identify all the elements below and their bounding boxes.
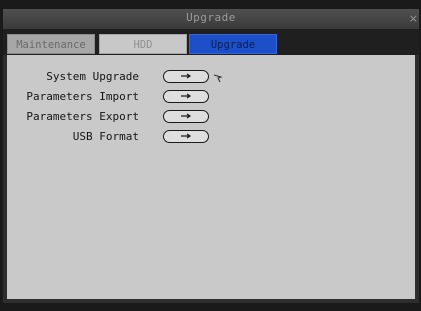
system-upgrade-label: System Upgrade [46, 70, 139, 83]
system-upgrade-button[interactable] [163, 70, 209, 83]
mouse-cursor-icon [213, 69, 223, 83]
parameters-import-button[interactable] [163, 90, 209, 103]
tab-strip: Maintenance HDD Upgrade [3, 29, 419, 55]
row-parameters-export: Parameters Export [7, 108, 415, 128]
enter-icon [181, 73, 192, 79]
enter-icon [181, 93, 192, 99]
usb-format-button[interactable] [163, 130, 209, 143]
upgrade-window: Upgrade × Maintenance HDD Upgrade System… [3, 9, 419, 303]
upgrade-panel: System Upgrade Parameters Import Paramet… [7, 55, 415, 299]
enter-icon [181, 113, 192, 119]
row-system-upgrade: System Upgrade [7, 68, 415, 88]
parameters-export-label: Parameters Export [26, 110, 139, 123]
enter-icon [181, 133, 192, 139]
parameters-import-label: Parameters Import [26, 90, 139, 103]
usb-format-label: USB Format [72, 130, 139, 143]
title-bar: Upgrade × [3, 9, 419, 29]
close-icon[interactable]: × [409, 12, 418, 25]
tab-hdd[interactable]: HDD [99, 34, 187, 54]
tab-upgrade[interactable]: Upgrade [189, 34, 277, 54]
row-usb-format: USB Format [7, 128, 415, 148]
parameters-export-button[interactable] [163, 110, 209, 123]
row-parameters-import: Parameters Import [7, 88, 415, 108]
window-title: Upgrade [186, 11, 236, 24]
tab-maintenance[interactable]: Maintenance [7, 34, 95, 54]
